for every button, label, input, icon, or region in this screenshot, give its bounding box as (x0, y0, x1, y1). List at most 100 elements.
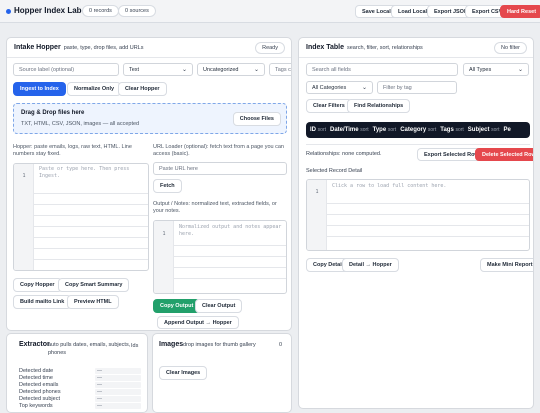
url-help-text: URL Loader (optional): fetch text from a… (153, 144, 284, 157)
images-title: Images (159, 341, 184, 348)
record-detail-label: Selected Record Detail (306, 168, 363, 174)
drop-title: Drag & Drop files here (21, 110, 85, 116)
field-label: Detected emails (19, 382, 59, 388)
filter-status-pill: No filter (494, 42, 527, 54)
editor-line (174, 245, 286, 246)
field-label: Detected date (19, 368, 54, 374)
append-output-button[interactable]: Append Output → Hopper (157, 316, 239, 329)
editor-line (34, 215, 148, 216)
column-header-subject[interactable]: Subject sort (468, 127, 500, 133)
fetch-button[interactable]: Fetch (153, 179, 182, 193)
records-count-pill: 0 records (82, 5, 119, 17)
editor-line (327, 214, 529, 215)
images-subtitle: drop images for thumb gallery (183, 342, 256, 348)
sources-count-pill: 0 sources (118, 5, 156, 17)
editor-line (174, 278, 286, 279)
editor-line (327, 203, 529, 204)
extractor-field-row: Detected subject — (19, 396, 147, 403)
column-header-category[interactable]: Category sort (400, 127, 436, 133)
relationships-status: Relationships: none computed. (306, 151, 382, 157)
copy-output-button[interactable]: Copy Output (153, 299, 201, 313)
source-label-input[interactable]: Source label (optional) (13, 63, 119, 76)
extractor-panel: Extractor auto pulls dates, emails, subj… (6, 333, 148, 413)
output-placeholder: Normalized output and notes appear here. (179, 224, 282, 237)
copy-smart-summary-button[interactable]: Copy Smart Summary (58, 278, 130, 292)
extractor-field-row: Top keywords — (19, 403, 147, 410)
column-header-id[interactable]: ID sort (310, 127, 326, 133)
field-value: — (95, 396, 141, 402)
hopper-placeholder: Paste or type here. Then press Ingest. (39, 166, 130, 179)
type-select-value: Text (129, 66, 140, 73)
editor-line (34, 259, 148, 260)
chevron-down-icon: ⌄ (361, 85, 367, 91)
extractor-field-row: Detected phones — (19, 389, 147, 396)
type-select[interactable]: Text ⌄ (123, 63, 193, 76)
intake-header: Intake Hopper paste, type, drop files, a… (7, 38, 291, 58)
output-editor[interactable]: 1 Normalized output and notes appear her… (153, 220, 287, 294)
editor-line (34, 204, 148, 205)
extractor-fields: Detected date — Detected time — Detected e… (19, 368, 147, 412)
delete-selected-row-button[interactable]: Delete Selected Row (475, 148, 533, 161)
find-relationships-button[interactable]: Find Relationships (347, 99, 411, 113)
index-header: Index Table search, filter, sort, relati… (299, 38, 533, 58)
preview-html-button[interactable]: Preview HTML (67, 295, 119, 309)
extractor-title: Extractor (19, 341, 50, 348)
build-mailto-button[interactable]: Build mailto Link (13, 295, 72, 309)
ingest-button[interactable]: Ingest to Index (13, 82, 66, 96)
extractor-field-row: Detected time — (19, 375, 147, 382)
hopper-editor[interactable]: 1 Paste or type here. Then press Ingest. (13, 163, 149, 271)
field-value: — (95, 368, 141, 374)
clear-filters-button[interactable]: Clear Filters (306, 99, 352, 113)
column-header-pe[interactable]: Pe (503, 127, 510, 133)
file-drop-zone[interactable]: Drag & Drop files here TXT, HTML, CSV, J… (13, 103, 287, 134)
line-number: 1 (162, 231, 166, 237)
url-input[interactable]: Paste URL here (153, 162, 287, 175)
column-header-tags[interactable]: Tags sort (440, 127, 464, 133)
images-count: 0 (278, 342, 282, 348)
hard-reset-button[interactable]: Hard Reset (500, 5, 540, 18)
line-number: 1 (315, 189, 319, 195)
hopper-help-text: Hopper: paste emails, logs, raw text, HT… (13, 144, 132, 157)
chevron-down-icon: ⌄ (253, 67, 259, 73)
record-detail-editor[interactable]: 1 Click a row to load full content here. (306, 179, 530, 251)
intake-hopper-panel: Intake Hopper paste, type, drop files, a… (6, 37, 292, 331)
editor-line (174, 256, 286, 257)
categories-select[interactable]: All Categories ⌄ (306, 81, 373, 94)
extractor-subtitle: auto pulls dates, emails, subjects, phon… (48, 342, 131, 356)
make-mini-report-button[interactable]: Make Mini Report (480, 258, 533, 272)
clear-output-button[interactable]: Clear Output (195, 299, 243, 313)
choose-files-button[interactable]: Choose Files (232, 112, 281, 126)
index-subtitle: search, filter, sort, relationships (347, 44, 423, 51)
category-select[interactable]: Uncategorized ⌄ (197, 63, 265, 76)
chevron-down-icon: ⌄ (517, 67, 523, 73)
field-value: — (95, 389, 141, 395)
normalize-button[interactable]: Normalize Only (67, 82, 122, 96)
types-select-value: All Types (469, 66, 492, 73)
index-table-header: ID sort Date/Time sort Type sort Categor… (306, 122, 530, 138)
intake-title: Intake Hopper (14, 44, 61, 51)
index-table-panel: Index Table search, filter, sort, relati… (298, 37, 534, 409)
editor-line (174, 267, 286, 268)
column-header-type[interactable]: Type sort (373, 127, 397, 133)
clear-images-button[interactable]: Clear Images (159, 366, 208, 380)
index-title: Index Table (306, 44, 344, 51)
editor-line (34, 248, 148, 249)
detail-placeholder: Click a row to load full content here. (332, 183, 447, 189)
column-header-datetime[interactable]: Date/Time sort (330, 127, 369, 133)
extractor-field-row: Detected emails — (19, 382, 147, 389)
tag-filter-input[interactable]: Filter by tag (377, 81, 457, 94)
search-input[interactable]: Search all fields (306, 63, 458, 76)
categories-select-value: All Categories (312, 84, 347, 91)
clear-hopper-button[interactable]: Clear Hopper (118, 82, 167, 96)
intake-status-pill: Ready (255, 42, 285, 54)
detail-to-hopper-button[interactable]: Detail → Hopper (342, 258, 399, 272)
tags-input[interactable]: Tags comma (269, 63, 291, 76)
copy-hopper-button[interactable]: Copy Hopper (13, 278, 62, 292)
editor-line (327, 236, 529, 237)
app-status-dot (6, 9, 11, 14)
table-divider (306, 144, 530, 145)
field-value: — (95, 382, 141, 388)
intake-subtitle: paste, type, drop files, add URLs (63, 44, 144, 51)
editor-line (34, 193, 148, 194)
types-select[interactable]: All Types ⌄ (463, 63, 529, 76)
